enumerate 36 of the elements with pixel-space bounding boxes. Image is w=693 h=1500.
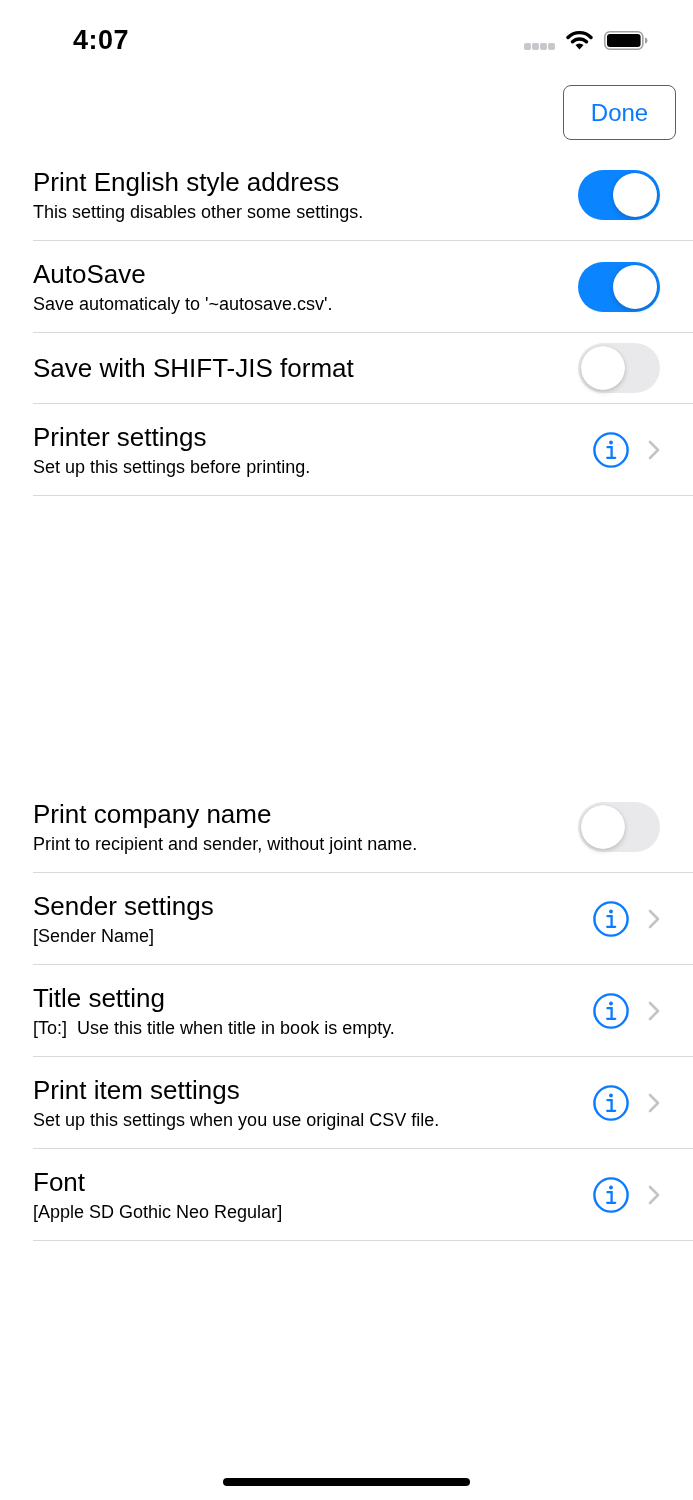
chevron-right-icon: [648, 439, 660, 460]
setting-title: Print company name: [33, 797, 273, 830]
setting-description: Set up this settings before printing.: [33, 455, 311, 479]
signal-dots-icon: [524, 42, 555, 50]
toggle-switch[interactable]: [578, 343, 660, 393]
done-button[interactable]: Done: [563, 85, 676, 140]
setting-description: Set up this settings when you use original CSV file.: [33, 1108, 440, 1132]
info-icon[interactable]: [593, 900, 629, 937]
info-icon[interactable]: [593, 992, 629, 1029]
setting-title: Save with SHIFT-JIS format: [33, 352, 354, 384]
battery-icon: [604, 30, 648, 50]
setting-title: Sender settings: [33, 889, 214, 922]
toggle-switch[interactable]: [578, 261, 660, 312]
info-icon[interactable]: [593, 1084, 629, 1121]
setting-description: This setting disables other some settings.: [33, 200, 364, 224]
chevron-right-icon: [648, 1184, 660, 1205]
setting-title: Print item settings: [33, 1073, 241, 1106]
setting-description: [Apple SD Gothic Neo Regular]: [33, 1200, 283, 1224]
setting-title: Font: [33, 1165, 87, 1198]
chevron-right-icon: [648, 1000, 660, 1021]
setting-title: Print English style address: [33, 165, 341, 198]
wifi-icon: [566, 30, 593, 50]
setting-description: [Sender Name]: [33, 924, 156, 948]
toggle-switch[interactable]: [578, 169, 660, 220]
toggle-switch[interactable]: [578, 801, 660, 852]
setting-description: [To:] Use this title when title in book is empty.: [33, 1016, 395, 1040]
chevron-right-icon: [648, 1092, 660, 1113]
setting-title: Printer settings: [33, 420, 208, 453]
setting-description: Print to recipient and sender, without joint name.: [33, 832, 418, 856]
setting-description: Save automaticaly to '~autosave.csv'.: [33, 292, 333, 316]
setting-title: AutoSave: [33, 257, 147, 290]
info-icon[interactable]: [593, 1176, 629, 1213]
chevron-right-icon: [648, 908, 660, 929]
setting-title: Title setting: [33, 981, 166, 1014]
info-icon[interactable]: [593, 431, 629, 468]
status-time: 4:07: [73, 24, 130, 57]
